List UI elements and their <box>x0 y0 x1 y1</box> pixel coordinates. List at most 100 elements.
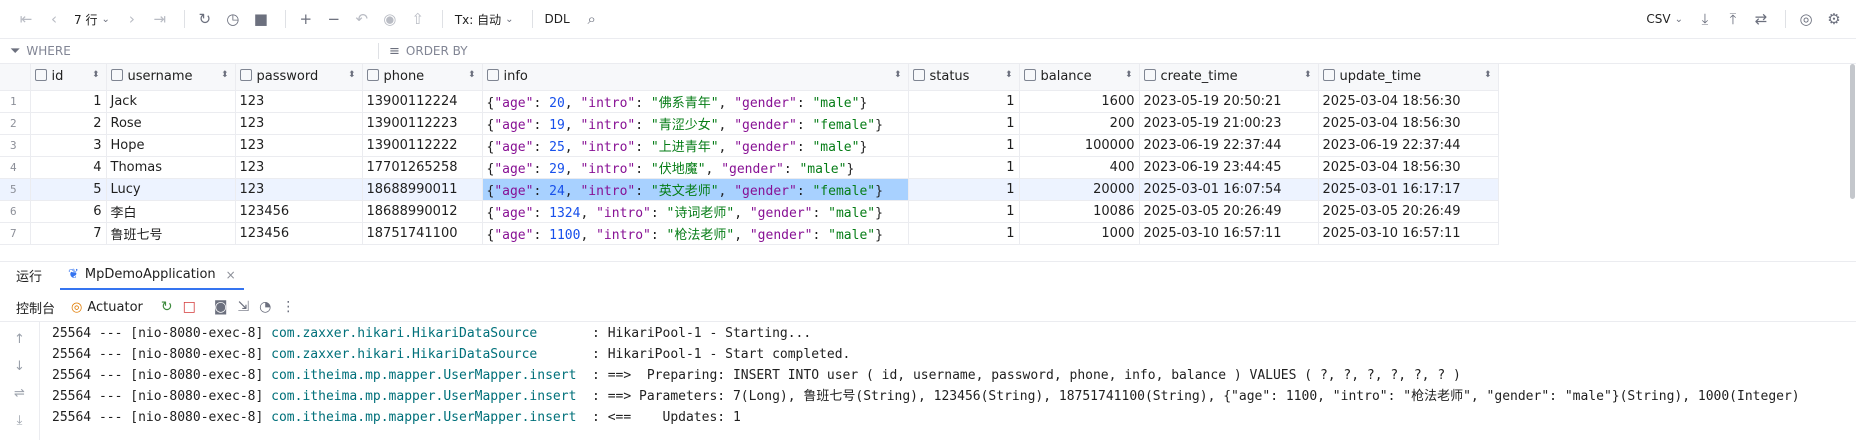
cell-update-time[interactable]: 2025-03-04 18:56:30 <box>1318 156 1499 179</box>
cell-info[interactable]: {"age": 1324, "intro": "诗词老师", "gender":… <box>482 200 909 223</box>
cell-password[interactable]: 123 <box>235 90 363 113</box>
cell-create-time[interactable]: 2023-06-19 22:37:44 <box>1139 134 1319 157</box>
export-format-dropdown[interactable]: CSV ⌄ <box>1642 7 1687 31</box>
where-filter[interactable]: ⏷ WHERE <box>0 39 378 63</box>
cell-password[interactable]: 123456 <box>235 222 363 245</box>
cell-id[interactable]: 2 <box>30 112 107 135</box>
cell-phone[interactable]: 17701265258 <box>362 156 483 179</box>
cell-create-time[interactable]: 2023-05-19 21:00:23 <box>1139 112 1319 135</box>
stop-icon[interactable]: ■ <box>249 7 273 31</box>
sort-icon[interactable]: ⬍ <box>92 70 100 80</box>
log-logger-link[interactable]: com.zaxxer.hikari.HikariDataSource <box>271 344 584 365</box>
refresh-icon[interactable]: ↻ <box>193 7 217 31</box>
restore-icon[interactable]: ◔ <box>259 299 271 315</box>
cell-update-time[interactable]: 2023-06-19 22:37:44 <box>1318 134 1499 157</box>
submit-icon[interactable]: ⇧ <box>406 7 430 31</box>
cell-phone[interactable]: 18751741100 <box>362 222 483 245</box>
cell-username[interactable]: Hope <box>106 134 236 157</box>
column-header-username[interactable]: username ⬍ <box>106 64 236 91</box>
cell-username[interactable]: Rose <box>106 112 236 135</box>
cell-phone[interactable]: 13900112223 <box>362 112 483 135</box>
cell-balance[interactable]: 1000 <box>1019 222 1140 245</box>
view-icon[interactable]: ◉ <box>378 7 402 31</box>
column-header-update-time[interactable]: update_time ⬍ <box>1318 64 1499 91</box>
cell-create-time[interactable]: 2025-03-05 20:26:49 <box>1139 200 1319 223</box>
scroll-up-icon[interactable]: ↑ <box>14 332 25 359</box>
cell-status[interactable]: 1 <box>908 222 1020 245</box>
next-page-icon[interactable]: › <box>120 7 144 31</box>
previous-page-icon[interactable]: ‹ <box>42 7 66 31</box>
log-logger-link[interactable]: com.zaxxer.hikari.HikariDataSource <box>271 323 584 344</box>
column-header-info[interactable]: info ⬍ <box>482 64 909 91</box>
log-logger-link[interactable]: com.itheima.mp.mapper.UserMapper.insert <box>271 386 584 407</box>
cell-status[interactable]: 1 <box>908 178 1020 201</box>
sort-icon[interactable]: ⬍ <box>1125 70 1133 80</box>
column-header-password[interactable]: password ⬍ <box>235 64 363 91</box>
cell-create-time[interactable]: 2025-03-01 16:07:54 <box>1139 178 1319 201</box>
cell-update-time[interactable]: 2025-03-01 16:17:17 <box>1318 178 1499 201</box>
column-header-id[interactable]: id ⬍ <box>30 64 107 91</box>
console-tab[interactable]: 控制台 <box>16 298 55 317</box>
log-logger-link[interactable]: com.itheima.mp.mapper.UserMapper.insert <box>271 407 584 428</box>
cell-username[interactable]: Jack <box>106 90 236 113</box>
tx-mode-dropdown[interactable]: Tx: 自动 ⌄ <box>451 7 518 31</box>
cell-username[interactable]: 李白 <box>106 200 236 223</box>
cell-password[interactable]: 123 <box>235 134 363 157</box>
gear-icon[interactable]: ⚙ <box>1822 7 1846 31</box>
orderby-filter[interactable]: ≡ ORDER BY <box>379 39 1856 63</box>
cell-username[interactable]: 鲁班七号 <box>106 222 236 245</box>
revert-icon[interactable]: ↶ <box>350 7 374 31</box>
cell-create-time[interactable]: 2025-03-10 16:57:11 <box>1139 222 1319 245</box>
cell-info[interactable]: {"age": 29, "intro": "伏地魔", "gender": "m… <box>482 156 909 179</box>
cell-balance[interactable]: 200 <box>1019 112 1140 135</box>
sort-icon[interactable]: ⬍ <box>894 70 902 80</box>
cell-update-time[interactable]: 2025-03-05 20:26:49 <box>1318 200 1499 223</box>
cell-id[interactable]: 4 <box>30 156 107 179</box>
stop-icon[interactable]: □ <box>183 299 196 315</box>
cell-phone[interactable]: 13900112222 <box>362 134 483 157</box>
camera-icon[interactable]: ◙ <box>214 299 228 315</box>
cell-create-time[interactable]: 2023-05-19 20:50:21 <box>1139 90 1319 113</box>
first-page-icon[interactable]: ⇤ <box>14 7 38 31</box>
cell-balance[interactable]: 1600 <box>1019 90 1140 113</box>
cell-id[interactable]: 3 <box>30 134 107 157</box>
table-row[interactable]: 6 6 李白 123456 18688990012 {"age": 1324, "intr… <box>0 200 1499 223</box>
page-size-dropdown[interactable]: 7 行 ⌄ <box>70 7 114 31</box>
upload-icon[interactable]: ⤒ <box>1721 7 1745 31</box>
soft-wrap-icon[interactable]: ⇌ <box>14 386 25 413</box>
cell-create-time[interactable]: 2023-06-19 23:44:45 <box>1139 156 1319 179</box>
close-icon[interactable]: × <box>226 268 236 282</box>
cell-id[interactable]: 5 <box>30 178 107 201</box>
cell-id[interactable]: 7 <box>30 222 107 245</box>
table-row[interactable]: 5 5 Lucy 123 18688990011 {"age": 24, "intro":… <box>0 178 1499 201</box>
column-header-status[interactable]: status ⬍ <box>908 64 1020 91</box>
eye-icon[interactable]: ◎ <box>1794 7 1818 31</box>
cell-status[interactable]: 1 <box>908 112 1020 135</box>
cell-password[interactable]: 123 <box>235 178 363 201</box>
actuator-tab[interactable]: ◎ Actuator <box>71 300 143 315</box>
cell-info[interactable]: {"age": 20, "intro": "佛系青年", "gender": "… <box>482 90 909 113</box>
log-logger-link[interactable]: com.itheima.mp.mapper.UserMapper.insert <box>271 365 584 386</box>
cell-balance[interactable]: 100000 <box>1019 134 1140 157</box>
cell-id[interactable]: 6 <box>30 200 107 223</box>
table-row[interactable]: 4 4 Thomas 123 17701265258 {"age": 29, "intro… <box>0 156 1499 179</box>
cell-username[interactable]: Lucy <box>106 178 236 201</box>
scroll-down-icon[interactable]: ↓ <box>14 359 25 386</box>
vertical-scrollbar[interactable] <box>1850 64 1855 199</box>
cell-username[interactable]: Thomas <box>106 156 236 179</box>
sort-icon[interactable]: ⬍ <box>1304 70 1312 80</box>
compare-icon[interactable]: ⇄ <box>1749 7 1773 31</box>
cell-password[interactable]: 123456 <box>235 200 363 223</box>
search-icon[interactable]: ⌕ <box>580 7 604 31</box>
cell-password[interactable]: 123 <box>235 112 363 135</box>
table-row[interactable]: 3 3 Hope 123 13900112222 {"age": 25, "intro":… <box>0 134 1499 157</box>
cell-info[interactable]: {"age": 25, "intro": "上进青年", "gender": "… <box>482 134 909 157</box>
cell-phone[interactable]: 13900112224 <box>362 90 483 113</box>
cell-phone[interactable]: 18688990012 <box>362 200 483 223</box>
cell-balance[interactable]: 10086 <box>1019 200 1140 223</box>
cell-password[interactable]: 123 <box>235 156 363 179</box>
cell-info[interactable]: {"age": 1100, "intro": "枪法老师", "gender":… <box>482 222 909 245</box>
cell-update-time[interactable]: 2025-03-10 16:57:11 <box>1318 222 1499 245</box>
table-row[interactable]: 7 7 鲁班七号 123456 18751741100 {"age": 1100, "in… <box>0 222 1499 245</box>
cell-id[interactable]: 1 <box>30 90 107 113</box>
